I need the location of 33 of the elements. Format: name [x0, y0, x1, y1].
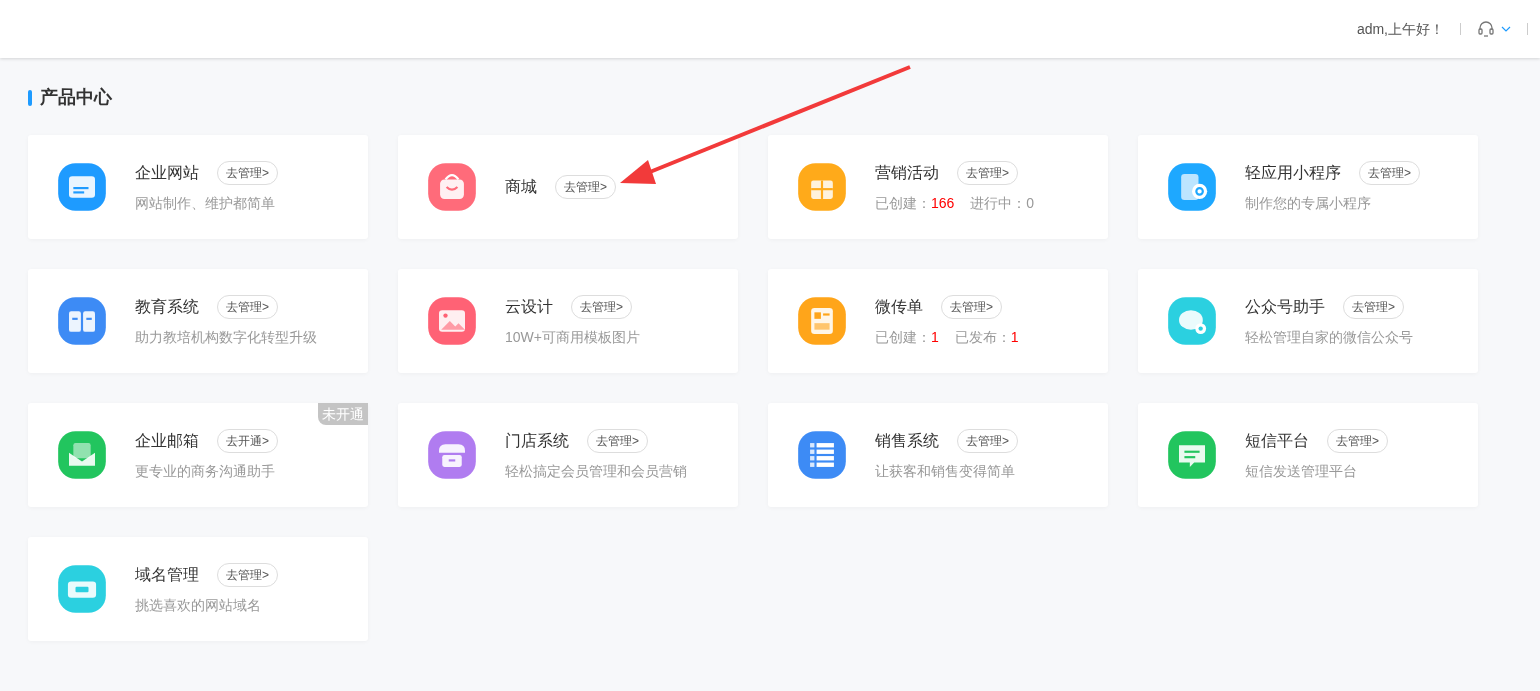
stat-text: 进行中：0 [970, 194, 1035, 213]
product-name: 企业邮箱 [135, 431, 199, 451]
product-description: 挑选喜欢的网站域名 [135, 596, 262, 615]
stat-text: 已创建：166 [875, 194, 955, 213]
section-title: 产品中心 [40, 86, 112, 109]
product-name: 教育系统 [135, 297, 199, 317]
product-description: 更专业的商务沟通助手 [135, 462, 276, 481]
headset-icon [1477, 20, 1495, 38]
stat-text: 已创建：1 [875, 328, 939, 347]
product-name: 营销活动 [875, 163, 939, 183]
product-description: 制作您的专属小程序 [1245, 194, 1372, 213]
support-menu-button[interactable] [1477, 20, 1511, 38]
stat-text: 已发布：1 [954, 328, 1019, 347]
product-name: 商城 [505, 177, 537, 197]
chevron-down-icon [1501, 25, 1511, 33]
product-description: 轻松搞定会员管理和会员营销 [505, 462, 687, 481]
product-name: 轻应用小程序 [1245, 163, 1341, 183]
product-name: 销售系统 [875, 431, 939, 451]
product-name: 域名管理 [135, 565, 199, 585]
greeting-text: adm,上午好！ [1356, 19, 1444, 39]
product-name: 门店系统 [505, 431, 569, 451]
product-name: 云设计 [505, 297, 553, 317]
product-name: 短信平台 [1245, 431, 1309, 451]
product-name: 企业网站 [135, 163, 199, 183]
status-badge: 未开通 [318, 403, 368, 425]
product-name: 公众号助手 [1245, 297, 1325, 317]
product-description: 让获客和销售变得简单 [875, 462, 1016, 481]
product-description: 10W+可商用模板图片 [505, 328, 640, 347]
product-name: 微传单 [875, 297, 923, 317]
product-description: 短信发送管理平台 [1245, 462, 1358, 481]
product-description: 网站制作、维护都简单 [135, 194, 276, 213]
product-description: 助力教培机构数字化转型升级 [135, 328, 317, 347]
product-description: 轻松管理自家的微信公众号 [1245, 328, 1413, 347]
